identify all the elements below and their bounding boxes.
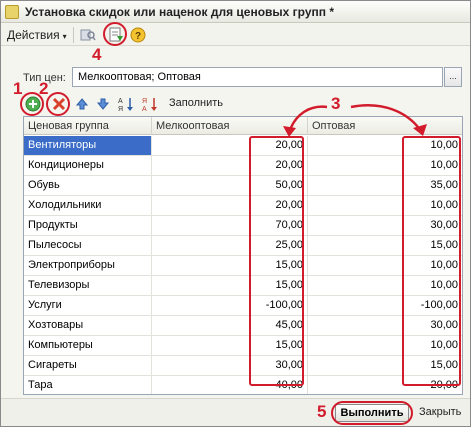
price-group-cell[interactable]: Сигареты — [24, 356, 152, 375]
toolbar-divider — [73, 27, 74, 43]
sort-ascending-icon[interactable]: AЯ — [117, 95, 135, 113]
price-type-select-button[interactable]: ... — [444, 67, 462, 87]
dialog-footer: 5 Выполнить Закрыть — [1, 398, 470, 426]
price-group-cell[interactable]: Хозтовары — [24, 316, 152, 335]
svg-text:Я: Я — [118, 106, 123, 112]
price-group-cell[interactable]: Компьютеры — [24, 336, 152, 355]
table-row[interactable]: Продукты 70,00 30,00 — [24, 216, 462, 236]
annotation-rect-small-wholesale — [249, 136, 304, 386]
fill-button[interactable]: Заполнить — [169, 97, 223, 109]
table-row[interactable]: Тара 40,00 20,00 — [24, 376, 462, 394]
dialog-window: Установка скидок или наценок для ценовых… — [0, 0, 471, 427]
table-row[interactable]: Кондиционеры 20,00 10,00 — [24, 156, 462, 176]
actions-menu-label: Действия — [7, 28, 60, 42]
table-row[interactable]: Телевизоры 15,00 10,00 — [24, 276, 462, 296]
annotation-rect-wholesale — [402, 136, 461, 386]
annotation-arrows — [283, 104, 427, 137]
move-down-icon[interactable] — [94, 95, 112, 113]
annotation-circle-5 — [331, 401, 413, 425]
price-group-cell[interactable]: Кондиционеры — [24, 156, 152, 175]
column-header-group[interactable]: Ценовая группа — [24, 117, 152, 135]
chevron-down-icon: ▾ — [62, 32, 67, 41]
sort-descending-icon[interactable]: ЯA — [141, 95, 159, 113]
price-group-cell[interactable]: Телевизоры — [24, 276, 152, 295]
price-group-cell[interactable]: Тара — [24, 376, 152, 394]
move-up-icon[interactable] — [73, 95, 91, 113]
title-bar: Установка скидок или наценок для ценовых… — [1, 1, 470, 23]
table-row[interactable]: Электроприборы 15,00 10,00 — [24, 256, 462, 276]
find-icon[interactable] — [79, 27, 97, 43]
app-icon — [5, 5, 19, 19]
window-title: Установка скидок или наценок для ценовых… — [25, 5, 335, 19]
table-row[interactable]: Пылесосы 25,00 15,00 — [24, 236, 462, 256]
table-row[interactable]: Холодильники 20,00 10,00 — [24, 196, 462, 216]
close-button[interactable]: Закрыть — [419, 406, 461, 418]
annotation-circle-4 — [103, 22, 127, 46]
annotation-circle-2 — [46, 92, 70, 116]
table-row[interactable]: Хозтовары 45,00 30,00 — [24, 316, 462, 336]
price-group-cell[interactable]: Продукты — [24, 216, 152, 235]
actions-menu[interactable]: Действия ▾ — [7, 28, 67, 42]
annotation-5: 5 — [317, 402, 327, 421]
annotation-4: 4 — [92, 45, 102, 64]
price-group-cell[interactable]: Обувь — [24, 176, 152, 195]
svg-text:Я: Я — [142, 98, 147, 105]
table-row[interactable]: Обувь 50,00 35,00 — [24, 176, 462, 196]
table-row[interactable]: Сигареты 30,00 15,00 — [24, 356, 462, 376]
svg-text:A: A — [118, 98, 123, 105]
price-group-cell[interactable]: Пылесосы — [24, 236, 152, 255]
price-group-cell[interactable]: Холодильники — [24, 196, 152, 215]
price-type-field[interactable]: Мелкооптовая; Оптовая — [72, 67, 443, 87]
price-group-cell[interactable]: Электроприборы — [24, 256, 152, 275]
table-row[interactable]: Услуги -100,00 -100,00 — [24, 296, 462, 316]
svg-text:A: A — [142, 106, 147, 112]
table-row[interactable]: Вентиляторы 20,00 10,00 — [24, 136, 462, 156]
table-row[interactable]: Компьютеры 15,00 10,00 — [24, 336, 462, 356]
svg-text:?: ? — [135, 31, 141, 42]
help-icon[interactable]: ? — [129, 27, 147, 43]
annotation-circle-1 — [20, 92, 44, 116]
price-group-cell[interactable]: Услуги — [24, 296, 152, 315]
toolbar: Действия ▾ ? — [1, 24, 470, 46]
price-group-cell[interactable]: Вентиляторы — [24, 136, 152, 155]
price-group-table: Ценовая группа Мелкооптовая Оптовая Вент… — [23, 116, 463, 395]
